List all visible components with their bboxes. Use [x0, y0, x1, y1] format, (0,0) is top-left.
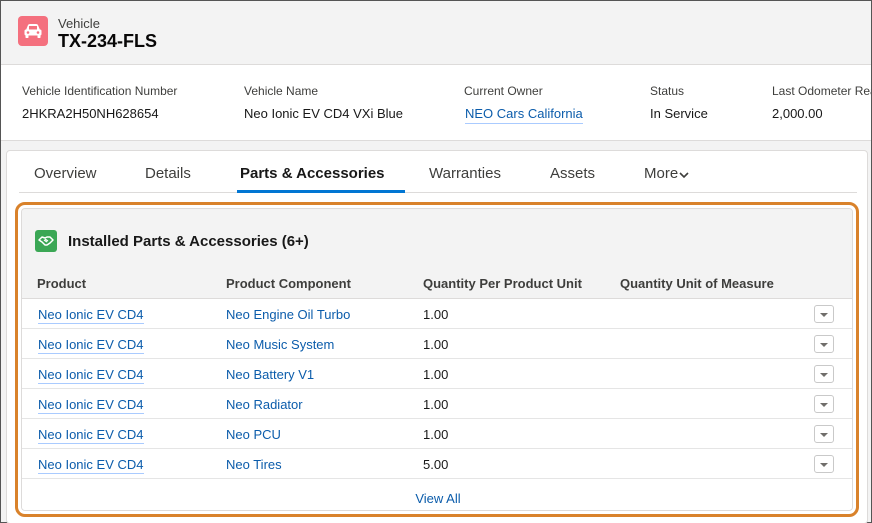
product-component-link[interactable]: Neo PCU	[226, 427, 281, 442]
tab-warranties[interactable]: Warranties	[429, 165, 501, 182]
table-row: Neo Ionic EV CD4 Neo Engine Oil Turbo 1.…	[22, 299, 852, 329]
product-component-link[interactable]: Neo Radiator	[226, 397, 303, 412]
product-component-link[interactable]: Neo Tires	[226, 457, 282, 472]
record-title-bar: Vehicle TX-234-FLS	[1, 1, 871, 65]
product-component-link[interactable]: Neo Music System	[226, 337, 334, 352]
related-list-highlight: Installed Parts & Accessories (6+) Produ…	[15, 202, 859, 517]
tab-details[interactable]: Details	[145, 165, 191, 182]
product-link[interactable]: Neo Ionic EV CD4	[38, 427, 144, 444]
quantity-value: 1.00	[423, 307, 449, 322]
table-row: Neo Ionic EV CD4 Neo PCU 1.00	[22, 419, 852, 449]
tab-more[interactable]: More	[644, 165, 689, 183]
product-link[interactable]: Neo Ionic EV CD4	[38, 307, 144, 324]
object-type-label: Vehicle	[58, 16, 100, 31]
chevron-down-icon	[819, 305, 829, 323]
tab-bar: Overview Details Parts & Accessories War…	[19, 151, 857, 193]
product-link[interactable]: Neo Ionic EV CD4	[38, 367, 144, 384]
column-header-product[interactable]: Product	[37, 269, 86, 299]
field-label: Last Odometer Read	[772, 84, 871, 98]
table-row: Neo Ionic EV CD4 Neo Battery V1 1.00	[22, 359, 852, 389]
row-action-menu[interactable]	[814, 425, 834, 443]
column-header-quantity-per-unit[interactable]: Quantity Per Product Unit	[423, 269, 582, 299]
field-label: Current Owner	[464, 84, 543, 98]
field-label: Vehicle Name	[244, 84, 319, 98]
related-list-title[interactable]: Installed Parts & Accessories (6+)	[68, 233, 309, 250]
product-component-link[interactable]: Neo Battery V1	[226, 367, 314, 382]
table-row: Neo Ionic EV CD4 Neo Music System 1.00	[22, 329, 852, 359]
row-action-menu[interactable]	[814, 335, 834, 353]
car-icon	[18, 16, 48, 46]
quantity-value: 1.00	[423, 367, 449, 382]
quantity-value: 5.00	[423, 457, 449, 472]
current-owner-link[interactable]: NEO Cars California	[465, 106, 583, 124]
row-action-menu[interactable]	[814, 395, 834, 413]
row-action-menu[interactable]	[814, 455, 834, 473]
quantity-value: 1.00	[423, 397, 449, 412]
highlight-status: Status In Service	[650, 84, 708, 121]
row-action-menu[interactable]	[814, 365, 834, 383]
column-header-quantity-uom[interactable]: Quantity Unit of Measure	[620, 269, 774, 299]
row-action-menu[interactable]	[814, 305, 834, 323]
tab-assets[interactable]: Assets	[550, 165, 595, 182]
quantity-value: 1.00	[423, 427, 449, 442]
chevron-down-icon	[819, 395, 829, 413]
view-all-link[interactable]: View All	[22, 491, 852, 506]
field-label: Vehicle Identification Number	[22, 84, 178, 98]
tab-parts-accessories[interactable]: Parts & Accessories	[240, 165, 385, 182]
chevron-down-icon	[819, 425, 829, 443]
chevron-down-icon	[819, 365, 829, 383]
product-link[interactable]: Neo Ionic EV CD4	[38, 337, 144, 354]
product-component-link[interactable]: Neo Engine Oil Turbo	[226, 307, 350, 322]
table-body: Neo Ionic EV CD4 Neo Engine Oil Turbo 1.…	[22, 299, 852, 479]
table-row: Neo Ionic EV CD4 Neo Tires 5.00	[22, 449, 852, 479]
chevron-down-icon	[819, 455, 829, 473]
highlight-current-owner: Current Owner NEO Cars California	[464, 84, 583, 124]
field-value: 2,000.00	[772, 106, 823, 121]
field-label: Status	[650, 84, 685, 98]
tab-more-label: More	[644, 165, 679, 182]
chevron-down-icon	[679, 166, 689, 183]
column-header-product-component[interactable]: Product Component	[226, 269, 351, 299]
field-value: Neo Ionic EV CD4 VXi Blue	[244, 106, 403, 121]
field-value: In Service	[650, 106, 708, 121]
highlight-vehicle-name: Vehicle Name Neo Ionic EV CD4 VXi Blue	[244, 84, 403, 121]
view-all-footer: View All	[22, 479, 852, 510]
highlight-vin: Vehicle Identification Number 2HKRA2H50N…	[22, 84, 177, 121]
active-tab-indicator	[237, 190, 405, 193]
record-header: Vehicle TX-234-FLS Vehicle Identificatio…	[1, 1, 871, 141]
record-title: TX-234-FLS	[58, 31, 158, 51]
tab-overview[interactable]: Overview	[34, 165, 97, 182]
related-list-header: Installed Parts & Accessories (6+)	[22, 209, 852, 269]
related-list-installed-parts: Installed Parts & Accessories (6+) Produ…	[21, 208, 853, 511]
chevron-down-icon	[819, 335, 829, 353]
product-link[interactable]: Neo Ionic EV CD4	[38, 457, 144, 474]
field-value: 2HKRA2H50NH628654	[22, 106, 159, 121]
quantity-value: 1.00	[423, 337, 449, 352]
handshake-icon	[35, 230, 57, 252]
product-link[interactable]: Neo Ionic EV CD4	[38, 397, 144, 414]
highlight-last-odometer: Last Odometer Read 2,000.00	[772, 84, 871, 121]
table-row: Neo Ionic EV CD4 Neo Radiator 1.00	[22, 389, 852, 419]
